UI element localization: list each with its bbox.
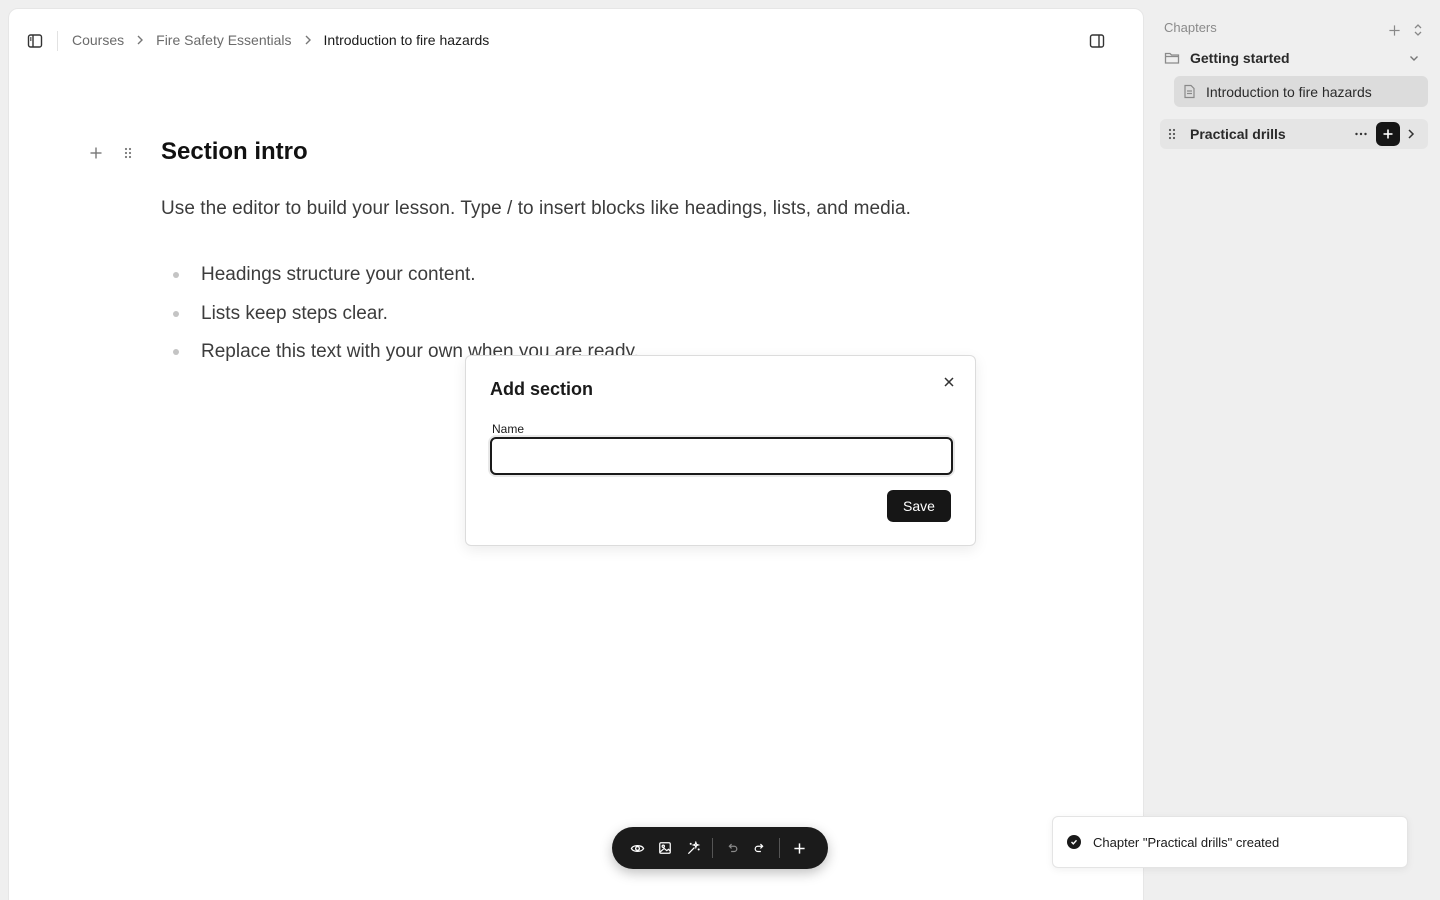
add-section-dialog: Add section Name Save: [465, 355, 976, 546]
breadcrumb-course[interactable]: Fire Safety Essentials: [156, 32, 291, 48]
folder-icon: [1164, 51, 1180, 65]
image-icon[interactable]: [652, 835, 678, 861]
chapter-group-label: Practical drills: [1190, 126, 1286, 142]
close-icon[interactable]: [937, 370, 961, 394]
expand-collapse-icon[interactable]: [1406, 18, 1430, 42]
chapters-header: Chapters: [1164, 20, 1217, 35]
top-bar: Courses Fire Safety Essentials Introduct…: [9, 9, 1143, 73]
toast-message: Chapter "Practical drills" created: [1093, 834, 1280, 850]
chapter-group-practical-drills[interactable]: Practical drills: [1160, 119, 1428, 149]
chapter-item-label: Introduction to fire hazards: [1206, 83, 1372, 100]
chevron-right-icon: [302, 34, 314, 46]
add-section-icon[interactable]: [1376, 122, 1400, 146]
drag-handle-icon[interactable]: [117, 142, 139, 164]
toolbar-divider: [779, 838, 780, 858]
sparkles-icon[interactable]: [680, 835, 706, 861]
list-item[interactable]: Lists keep steps clear.: [161, 303, 639, 342]
chapter-group-getting-started[interactable]: Getting started: [1160, 44, 1428, 72]
breadcrumb-current: Introduction to fire hazards: [323, 32, 490, 48]
add-chapter-icon[interactable]: [1382, 18, 1406, 42]
breadcrumb-courses[interactable]: Courses: [72, 32, 124, 48]
add-block-icon[interactable]: [85, 142, 107, 164]
toast-notification: Chapter "Practical drills" created: [1052, 816, 1408, 868]
floating-toolbar: [612, 827, 828, 869]
right-panel-toggle-icon[interactable]: [1085, 29, 1109, 53]
list-item[interactable]: Headings structure your content.: [161, 264, 639, 303]
divider: [57, 31, 58, 51]
dialog-title: Add section: [490, 379, 594, 399]
name-input[interactable]: [490, 437, 953, 475]
document-icon: [1183, 84, 1196, 99]
chevron-down-icon[interactable]: [1408, 52, 1420, 64]
breadcrumb: Courses Fire Safety Essentials Introduct…: [72, 32, 489, 48]
chevron-right-icon[interactable]: [1405, 128, 1417, 140]
toolbar-divider: [712, 838, 713, 858]
more-options-icon[interactable]: [1354, 127, 1368, 141]
chapter-item-intro[interactable]: Introduction to fire hazards: [1174, 76, 1428, 107]
sidebar-toggle-icon[interactable]: [23, 29, 47, 53]
chevron-right-icon: [134, 34, 146, 46]
save-button[interactable]: Save: [887, 490, 951, 522]
section-heading[interactable]: Section intro: [161, 138, 308, 166]
lead-paragraph[interactable]: Use the editor to build your lesson. Typ…: [161, 198, 911, 220]
redo-icon[interactable]: [747, 835, 773, 861]
eye-icon[interactable]: [624, 835, 650, 861]
undo-icon[interactable]: [719, 835, 745, 861]
check-circle-icon: [1067, 835, 1081, 849]
name-label: Name: [492, 422, 525, 436]
drag-handle-icon[interactable]: [1165, 127, 1179, 141]
chapter-group-label: Getting started: [1190, 50, 1290, 66]
plus-icon[interactable]: [786, 835, 812, 861]
block-controls: [85, 142, 139, 164]
